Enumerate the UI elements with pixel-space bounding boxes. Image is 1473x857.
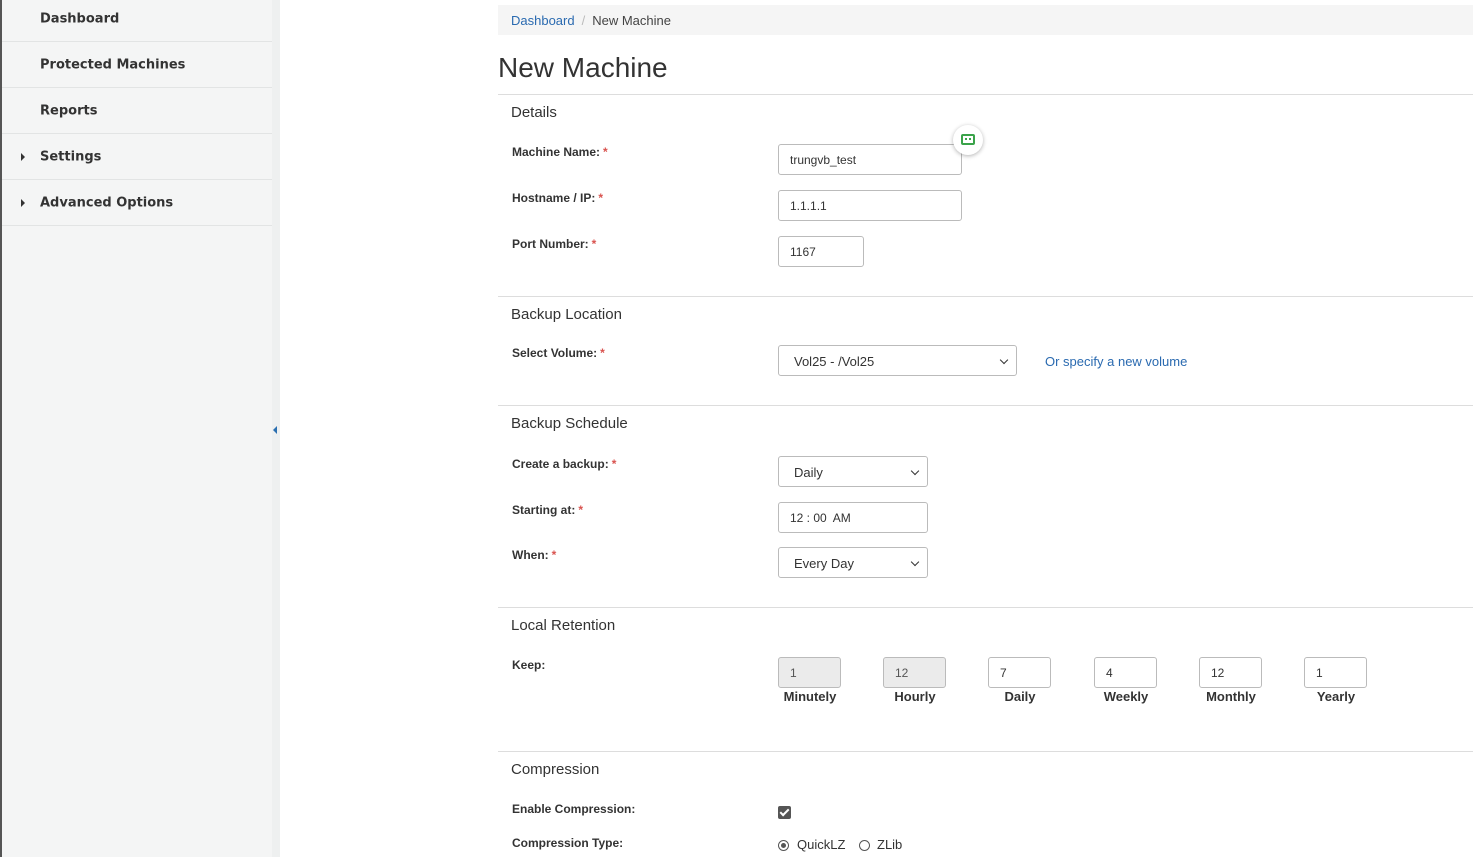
form-helper-button[interactable] [953,125,983,155]
machine-name-input[interactable] [778,144,962,175]
retention-monthly-input[interactable] [1199,657,1262,688]
sidebar-item-label: Settings [40,149,102,164]
chevron-down-icon [910,557,920,567]
retention-minutely-label: Minutely [783,689,837,704]
select-volume-value: Vol25 - /Vol25 [794,354,875,369]
hostname-input[interactable] [778,190,962,221]
local-retention-divider [498,607,1473,608]
sidebar-item-advanced-options[interactable]: Advanced Options [2,180,272,226]
hostname-label: Hostname / IP: * [512,191,604,205]
keep-label: Keep: [512,658,546,672]
robot-face-icon [961,134,975,145]
chevron-down-icon [999,355,1009,365]
sidebar: Dashboard Protected Machines Reports Set… [0,0,272,857]
compression-quicklz-label: QuickLZ [797,837,846,852]
retention-hourly-input [883,657,946,688]
port-number-input[interactable] [778,236,864,267]
specify-new-volume-link[interactable]: Or specify a new volume [1045,354,1187,369]
create-backup-label: Create a backup: * [512,457,617,471]
enable-compression-checkbox[interactable] [778,806,791,819]
retention-daily-input[interactable] [988,657,1051,688]
breadcrumb-dashboard-link[interactable]: Dashboard [511,13,575,28]
select-volume-dropdown[interactable]: Vol25 - /Vol25 [778,345,1017,376]
machine-name-label: Machine Name: * [512,145,608,159]
collapse-sidebar-icon[interactable] [273,426,277,434]
sidebar-item-label: Protected Machines [40,57,186,72]
when-dropdown[interactable]: Every Day [778,547,928,578]
retention-daily-label: Daily [1004,689,1036,704]
details-section-title: Details [511,104,557,121]
breadcrumb-separator: / [581,13,586,28]
starting-at-time-input[interactable] [778,502,928,533]
compression-section-title: Compression [511,761,600,778]
compression-type-label: Compression Type: [512,836,624,850]
caret-right-icon [21,198,25,207]
enable-compression-label: Enable Compression: [512,802,636,816]
retention-monthly-label: Monthly [1206,689,1256,704]
backup-schedule-divider [498,405,1473,406]
page-title: New Machine [498,52,668,83]
sidebar-item-label: Advanced Options [40,195,174,210]
sidebar-item-label: Reports [40,103,98,118]
details-divider [498,94,1473,95]
chevron-down-icon [910,466,920,476]
retention-hourly-label: Hourly [894,689,936,704]
caret-right-icon [21,152,25,161]
retention-weekly-input[interactable] [1094,657,1157,688]
backup-location-divider [498,296,1473,297]
sidebar-item-protected-machines[interactable]: Protected Machines [2,42,272,88]
compression-divider [498,751,1473,752]
sidebar-item-dashboard[interactable]: Dashboard [2,0,272,42]
port-number-label: Port Number: * [512,237,597,251]
retention-yearly-label: Yearly [1316,689,1356,704]
starting-at-label: Starting at: * [512,503,584,517]
compression-zlib-label: ZLib [877,837,903,852]
backup-schedule-section-title: Backup Schedule [511,415,628,432]
sidebar-item-reports[interactable]: Reports [2,88,272,134]
sidebar-item-label: Dashboard [40,11,120,26]
create-backup-dropdown[interactable]: Daily [778,456,928,487]
sidebar-item-settings[interactable]: Settings [2,134,272,180]
compression-quicklz-radio[interactable] [778,840,789,851]
breadcrumb: Dashboard / New Machine [498,5,1473,35]
when-label: When: * [512,548,557,562]
compression-zlib-radio[interactable] [859,840,870,851]
when-value: Every Day [794,556,854,571]
retention-yearly-input[interactable] [1304,657,1367,688]
create-backup-value: Daily [794,465,823,480]
select-volume-label: Select Volume: * [512,346,605,360]
retention-minutely-input [778,657,841,688]
retention-weekly-label: Weekly [1103,689,1149,704]
local-retention-section-title: Local Retention [511,617,616,634]
breadcrumb-current: New Machine [592,13,671,28]
backup-location-section-title: Backup Location [511,306,622,323]
